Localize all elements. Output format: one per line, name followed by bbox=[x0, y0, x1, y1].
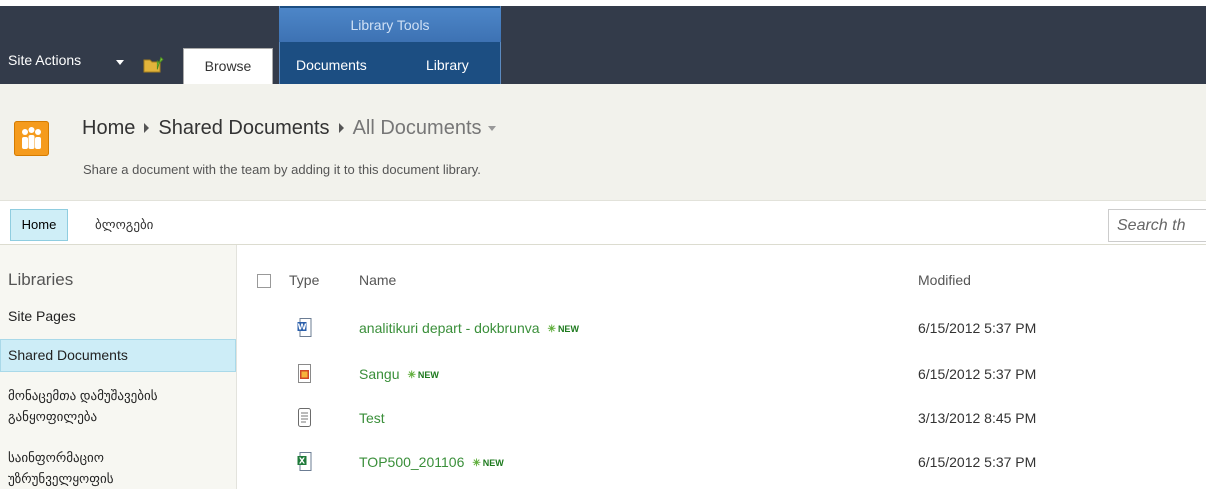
page-description: Share a document with the team by adding… bbox=[83, 162, 481, 177]
navigate-up-icon[interactable] bbox=[143, 53, 165, 73]
column-header-modified[interactable]: Modified bbox=[918, 272, 971, 288]
tab-browse[interactable]: Browse bbox=[183, 48, 273, 84]
new-badge: NEW bbox=[548, 324, 579, 334]
top-nav-blogs[interactable]: ბლოგები bbox=[95, 217, 153, 233]
quick-launch-data-processing[interactable]: მონაცემთა დამუშავების განყოფილება bbox=[8, 385, 218, 427]
top-nav-home[interactable]: Home bbox=[10, 209, 68, 241]
list-item-name[interactable]: analitikuri depart - dokbrunvaNEW bbox=[359, 320, 579, 336]
column-header-name[interactable]: Name bbox=[359, 272, 396, 288]
list-item-name[interactable]: TOP500_201106NEW bbox=[359, 454, 504, 470]
word-doc-icon[interactable]: W bbox=[297, 318, 312, 337]
new-badge: NEW bbox=[472, 458, 503, 468]
library-tools-label: Library Tools bbox=[279, 8, 501, 42]
top-nav-bar bbox=[0, 201, 1206, 245]
title-area bbox=[0, 84, 1206, 201]
svg-text:X: X bbox=[299, 457, 306, 466]
chevron-down-icon bbox=[116, 60, 124, 65]
list-item-modified: 6/15/2012 5:37 PM bbox=[918, 366, 1037, 382]
breadcrumb: Home Shared Documents All Documents bbox=[82, 117, 496, 140]
breadcrumb-shared-documents[interactable]: Shared Documents bbox=[158, 117, 329, 139]
new-badge: NEW bbox=[407, 370, 438, 380]
tab-library[interactable]: Library bbox=[426, 48, 486, 84]
column-header-type[interactable]: Type bbox=[289, 272, 319, 288]
list-item-modified: 3/13/2012 8:45 PM bbox=[918, 410, 1037, 426]
select-all-checkbox[interactable] bbox=[257, 274, 271, 288]
chevron-down-icon[interactable] bbox=[487, 126, 496, 132]
list-item-modified: 6/15/2012 5:37 PM bbox=[918, 320, 1037, 336]
quick-launch-info-support[interactable]: საინფორმაციო უზრუნველყოფის bbox=[8, 447, 188, 489]
svg-text:W: W bbox=[298, 323, 307, 332]
breadcrumb-separator-icon bbox=[338, 122, 344, 133]
ribbon-bar bbox=[0, 6, 1206, 84]
excel-doc-icon[interactable]: X bbox=[297, 452, 312, 471]
breadcrumb-separator-icon bbox=[144, 122, 150, 133]
breadcrumb-home[interactable]: Home bbox=[82, 117, 135, 139]
quick-launch-site-pages[interactable]: Site Pages bbox=[8, 308, 76, 324]
text-doc-icon[interactable] bbox=[297, 408, 312, 427]
quick-launch-shared-documents[interactable]: Shared Documents bbox=[8, 347, 128, 363]
quick-launch-heading[interactable]: Libraries bbox=[8, 270, 73, 290]
list-item-name[interactable]: SanguNEW bbox=[359, 366, 439, 382]
site-logo-icon[interactable] bbox=[14, 121, 49, 156]
search-input[interactable]: Search th bbox=[1108, 209, 1206, 242]
tab-documents[interactable]: Documents bbox=[296, 48, 396, 84]
powerpoint-doc-icon[interactable] bbox=[297, 364, 312, 383]
list-item-name[interactable]: Test bbox=[359, 410, 385, 426]
view-selector[interactable]: All Documents bbox=[353, 117, 482, 139]
site-actions-menu[interactable]: Site Actions bbox=[8, 52, 81, 68]
list-item-modified: 6/15/2012 5:37 PM bbox=[918, 454, 1037, 470]
